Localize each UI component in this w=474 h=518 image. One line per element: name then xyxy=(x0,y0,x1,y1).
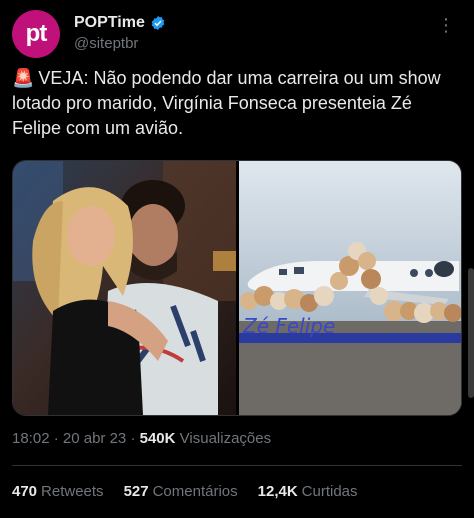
comments-label: Comentários xyxy=(152,483,238,500)
verified-badge-icon xyxy=(151,16,165,30)
couple-photo-illustration xyxy=(13,161,236,415)
banner-text: Zé Felipe xyxy=(242,314,335,338)
divider xyxy=(12,465,462,466)
tweet[interactable]: pt POPTime @siteptbr ⋮ 🚨 VEJA: Não podend… xyxy=(0,0,474,518)
meta-dot: · xyxy=(53,430,59,447)
scrollbar[interactable] xyxy=(468,268,474,398)
tweet-text: 🚨 VEJA: Não podendo dar uma carreira ou u… xyxy=(12,66,462,141)
siren-emoji: 🚨 xyxy=(12,68,35,88)
retweets-stat[interactable]: 470 Retweets xyxy=(12,483,104,500)
airplane-photo-illustration: Zé Felipe xyxy=(239,161,461,415)
airplane-photo[interactable]: Zé Felipe xyxy=(239,161,461,415)
author-handle[interactable]: @siteptbr xyxy=(74,35,166,52)
avatar[interactable]: pt xyxy=(12,10,60,58)
comments-stat[interactable]: 527 Comentários xyxy=(124,483,238,500)
tweet-media[interactable]: Zé Felipe xyxy=(12,160,462,416)
author-display-name[interactable]: POPTime xyxy=(74,14,145,32)
tweet-time[interactable]: 18:02 xyxy=(12,430,50,447)
comments-count: 527 xyxy=(123,483,149,500)
author-names[interactable]: POPTime @siteptbr xyxy=(74,14,166,52)
tweet-meta: 18:02 · 20 abr 23 · 540K Visualizações xyxy=(12,430,271,447)
couple-photo[interactable] xyxy=(13,161,236,415)
likes-label: Curtidas xyxy=(301,483,358,500)
retweets-count: 470 xyxy=(12,483,38,500)
display-name-row[interactable]: POPTime xyxy=(74,14,166,32)
likes-count: 12,4K xyxy=(257,483,298,500)
views-label: Visualizações xyxy=(179,430,272,447)
likes-stat[interactable]: 12,4K Curtidas xyxy=(258,483,358,500)
meta-dot: · xyxy=(130,430,136,447)
retweets-label: Retweets xyxy=(41,483,104,500)
tweet-body: VEJA: Não podendo dar uma carreira ou um… xyxy=(12,68,441,138)
more-options-icon[interactable]: ⋮ xyxy=(437,16,456,34)
tweet-stats: 470 Retweets 527 Comentários 12,4K Curtidas xyxy=(12,483,358,500)
tweet-date[interactable]: 20 abr 23 xyxy=(63,430,126,447)
views-count: 540K xyxy=(139,430,176,447)
